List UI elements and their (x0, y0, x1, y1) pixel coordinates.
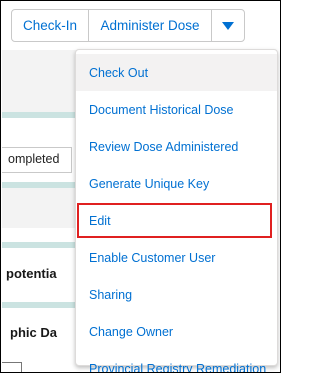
check-in-button[interactable]: Check-In (11, 9, 89, 42)
menu-item-change-owner[interactable]: Change Owner (76, 313, 277, 350)
action-button-group: Check-In Administer Dose (11, 9, 277, 42)
section-heading: potentia (6, 266, 57, 281)
administer-dose-button[interactable]: Administer Dose (88, 9, 212, 42)
menu-item-review-dose-administered[interactable]: Review Dose Administered (76, 128, 277, 165)
menu-item-provincial-registry-remediation[interactable]: Provincial Registry Remediation (76, 350, 277, 373)
section-heading: phic Da (10, 325, 57, 340)
status-value: ompleted (8, 152, 60, 166)
menu-item-generate-unique-key[interactable]: Generate Unique Key (76, 165, 277, 202)
menu-item-check-out[interactable]: Check Out (76, 54, 277, 91)
screenshot-frame: ompleted potentia phic Da Check-In Admin… (0, 0, 281, 373)
menu-item-edit[interactable]: Edit (76, 202, 277, 239)
menu-item-document-historical-dose[interactable]: Document Historical Dose (76, 91, 277, 128)
menu-item-sharing[interactable]: Sharing (76, 276, 277, 313)
more-actions-button[interactable] (211, 9, 245, 42)
background-field-edge (2, 362, 22, 372)
triangle-down-icon (222, 21, 234, 30)
menu-item-enable-customer-user[interactable]: Enable Customer User (76, 239, 277, 276)
actions-dropdown-menu: Check Out Document Historical Dose Revie… (75, 49, 278, 372)
